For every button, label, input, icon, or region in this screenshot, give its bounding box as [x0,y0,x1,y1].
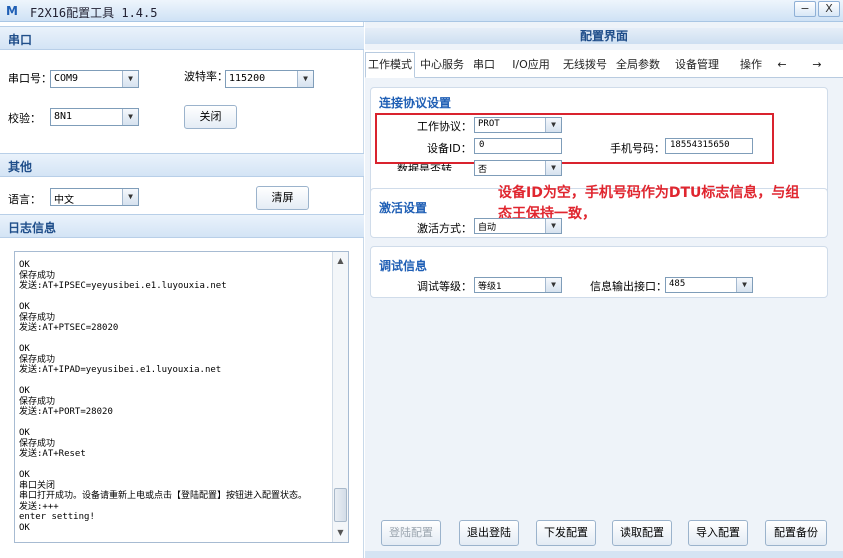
scroll-up-icon[interactable]: ▲ [333,254,348,268]
close-port-button[interactable]: 关闭 [184,105,237,129]
activation-group-title: 激活设置 [379,201,428,215]
baud-select[interactable]: 115200 ▼ [225,70,314,88]
log-section-header: 日志信息 [0,214,364,238]
activate-mode-label: 激活方式： [417,222,472,235]
log-content: OK 保存成功 发送:AT+IPSEC=yeyusibei.e1.luyouxi… [19,260,308,533]
tab-work-mode[interactable]: 工作模式 [365,52,415,78]
tab-serial[interactable]: 串口 [469,52,499,78]
window-title: F2X16配置工具 1.4.5 [30,6,158,20]
scroll-down-icon[interactable]: ▼ [333,526,348,540]
dropdown-arrow-icon[interactable]: ▼ [122,71,138,87]
language-value: 中文 [54,195,74,206]
activate-mode-value: 自动 [478,223,497,233]
output-port-label: 信息输出接口： [590,280,667,293]
logout-button[interactable]: 退出登陆 [459,520,519,546]
log-scrollbar[interactable]: ▲ ▼ [332,252,348,542]
device-id-input[interactable]: 0 [474,138,562,154]
protocol-select[interactable]: PROT ▼ [474,117,562,133]
activate-mode-select[interactable]: 自动 ▼ [474,218,562,234]
dropdown-arrow-icon[interactable]: ▼ [545,278,561,292]
language-select[interactable]: 中文 ▼ [50,188,139,206]
tab-center-service[interactable]: 中心服务 [417,52,467,78]
close-window-button[interactable]: X [818,1,840,17]
dropdown-arrow-icon[interactable]: ▼ [545,118,561,132]
debug-level-select[interactable]: 等级1 ▼ [474,277,562,293]
left-panel: 串口 串口号： COM9 ▼ 波特率： 115200 ▼ 校验： 8N1 ▼ 关… [0,22,364,558]
debug-level-value: 等级1 [478,282,502,292]
device-id-label: 设备ID： [427,142,472,155]
read-config-button[interactable]: 读取配置 [612,520,672,546]
tab-bar: 工作模式 中心服务 串口 I/O应用 无线拨号 全局参数 设备管理 操作 ← → [365,50,843,78]
backup-config-button[interactable]: 配置备份 [765,520,827,546]
dropdown-arrow-icon[interactable]: ▼ [122,189,138,205]
serial-section-header: 串口 [0,26,364,50]
port-value: COM9 [54,73,79,84]
debug-level-label: 调试等级： [417,280,472,293]
clear-screen-button[interactable]: 清屏 [256,186,309,210]
title-bar: M F2X16配置工具 1.4.5 − X [0,0,843,22]
protocol-label: 工作协议： [417,120,472,133]
tab-io-app[interactable]: I/O应用 [505,52,557,78]
tab-device-manage[interactable]: 设备管理 [669,52,725,78]
tab-operation[interactable]: 操作 [735,52,767,78]
dropdown-arrow-icon[interactable]: ▼ [736,278,752,292]
scroll-thumb[interactable] [334,488,347,522]
send-config-button[interactable]: 下发配置 [536,520,596,546]
port-label: 串口号： [8,72,52,85]
output-port-select[interactable]: 485 ▼ [665,277,753,293]
minimize-button[interactable]: − [794,1,816,17]
baud-value: 115200 [229,73,266,84]
connection-group-title: 连接协议设置 [379,96,452,110]
phone-input[interactable]: 18554315650 [665,138,753,154]
dropdown-arrow-icon[interactable]: ▼ [297,71,313,87]
protocol-value: PROT [478,119,500,129]
transfer-value: 否 [478,165,488,175]
tab-scroll-left-icon[interactable]: ← [772,52,792,78]
language-label: 语言： [8,193,41,206]
other-section-header: 其他 [0,153,364,177]
tab-wireless-dial[interactable]: 无线拨号 [560,52,610,78]
debug-group-title: 调试信息 [379,259,428,273]
parity-value: 8N1 [54,111,73,122]
tab-scroll-right-icon[interactable]: → [807,52,827,78]
import-config-button[interactable]: 导入配置 [688,520,748,546]
parity-label: 校验： [8,112,41,125]
phone-label: 手机号码： [610,142,665,155]
config-header: 配置界面 [365,28,843,44]
app-logo-icon: M [6,4,18,18]
transfer-label: 数据是否转义： [397,163,452,171]
transfer-select[interactable]: 否 ▼ [474,160,562,176]
dropdown-arrow-icon[interactable]: ▼ [545,161,561,175]
parity-select[interactable]: 8N1 ▼ [50,108,139,126]
output-port-value: 485 [669,279,686,289]
baud-label: 波特率： [184,70,228,83]
dropdown-arrow-icon[interactable]: ▼ [545,219,561,233]
log-textarea[interactable]: OK 保存成功 发送:AT+IPSEC=yeyusibei.e1.luyouxi… [14,251,349,543]
status-strip [365,551,843,558]
port-select[interactable]: COM9 ▼ [50,70,139,88]
login-config-button[interactable]: 登陆配置 [381,520,441,546]
tab-global-params[interactable]: 全局参数 [613,52,663,78]
dropdown-arrow-icon[interactable]: ▼ [122,109,138,125]
